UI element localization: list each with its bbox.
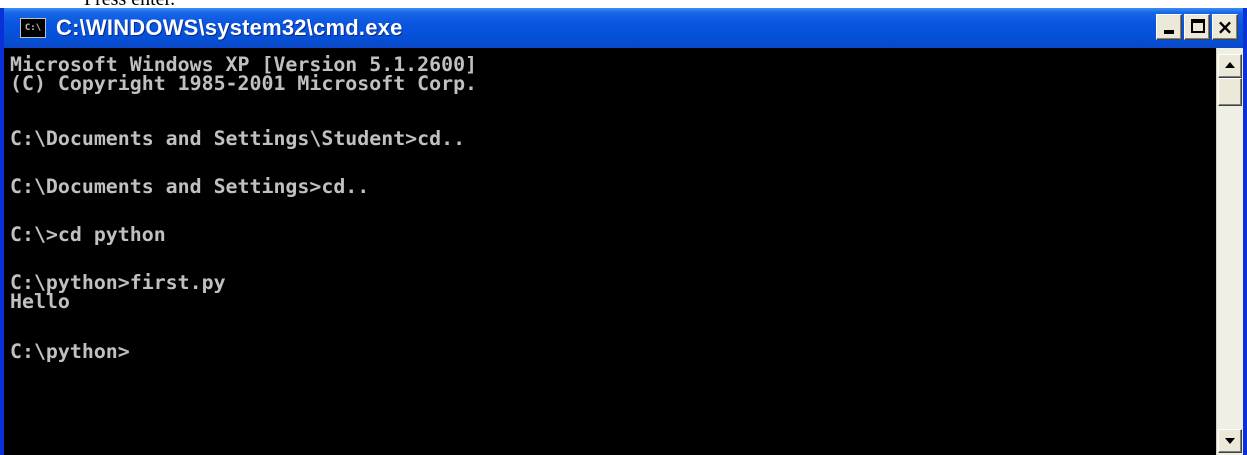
app-icon-text: C:\	[24, 23, 42, 33]
console-line: C:\python>	[10, 340, 130, 363]
cmd-window: C:\ C:\WINDOWS\system32\cmd.exe × Micros…	[0, 8, 1247, 455]
maximize-button[interactable]	[1184, 14, 1210, 40]
minimize-icon	[1164, 30, 1174, 34]
title-bar[interactable]: C:\ C:\WINDOWS\system32\cmd.exe ×	[4, 8, 1243, 48]
console-line: C:\Documents and Settings>cd..	[10, 175, 370, 198]
close-icon: ×	[1216, 15, 1234, 39]
window-title: C:\WINDOWS\system32\cmd.exe	[56, 15, 403, 40]
console-output[interactable]: Microsoft Windows XP [Version 5.1.2600] …	[4, 48, 1216, 455]
vertical-scrollbar[interactable]	[1216, 48, 1243, 455]
document-text: Press enter.	[84, 0, 175, 8]
maximize-icon	[1191, 19, 1205, 33]
scroll-down-arrow-icon	[1225, 438, 1235, 444]
scroll-up-button[interactable]	[1218, 54, 1242, 78]
console-line: (C) Copyright 1985-2001 Microsoft Corp.	[10, 72, 478, 95]
scroll-up-arrow-icon	[1225, 62, 1235, 68]
scroll-down-button[interactable]	[1218, 429, 1242, 453]
console-line: Hello	[10, 290, 70, 313]
document-text-fragment: Press enter.	[0, 0, 1247, 8]
cmd-console-icon[interactable]: C:\	[20, 18, 46, 38]
minimize-button[interactable]	[1156, 14, 1182, 40]
close-button[interactable]: ×	[1212, 14, 1238, 40]
scroll-thumb[interactable]	[1218, 78, 1242, 106]
console-line: C:\Documents and Settings\Student>cd..	[10, 127, 466, 150]
console-line: C:\>cd python	[10, 223, 166, 246]
